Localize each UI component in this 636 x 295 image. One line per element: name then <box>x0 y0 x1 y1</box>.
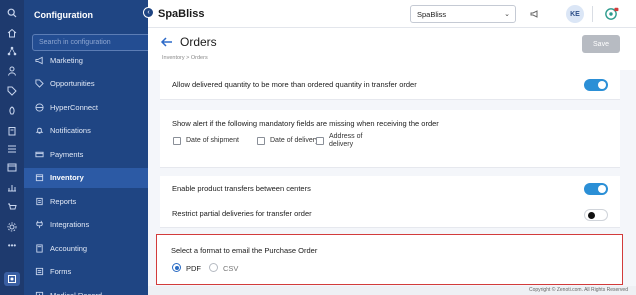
plug-icon <box>34 220 44 230</box>
sidebar-item-label: Opportunities <box>50 79 95 88</box>
allow-delivered-label: Allow delivered quantity to be more than… <box>172 80 417 89</box>
form-icon <box>34 267 44 277</box>
more-icon[interactable]: ••• <box>4 238 20 252</box>
sidebar-item-forms[interactable]: Forms <box>24 262 148 282</box>
search-placeholder: Search in configuration <box>39 39 111 46</box>
sidebar-item-notifications[interactable]: Notifications <box>24 121 148 141</box>
sidebar-item-reports[interactable]: Reports <box>24 191 148 211</box>
sidebar-item-label: Forms <box>50 267 72 276</box>
cart-icon[interactable] <box>4 200 20 214</box>
copyright-text: Copyright © Zenoti.com. All Rights Reser… <box>528 287 628 293</box>
address-of-delivery-checkbox[interactable] <box>316 137 324 145</box>
page-title: Orders <box>180 35 217 49</box>
sidebar-item-medical-record[interactable]: Medical Record <box>24 285 148 295</box>
icon-rail: ••• <box>0 0 24 295</box>
sidebar-title: Configuration <box>34 10 93 20</box>
rocket-icon[interactable] <box>4 104 20 118</box>
date-of-shipment-label: Date of shipment <box>186 137 239 144</box>
home-icon[interactable] <box>4 26 20 40</box>
clipboard-icon[interactable] <box>4 124 20 138</box>
calculator-icon <box>34 243 44 253</box>
setting-group-transfers: Enable product transfers between centers… <box>160 176 620 228</box>
bell-icon <box>34 126 44 136</box>
settings-content: Allow delivered quantity to be more than… <box>148 70 636 286</box>
medical-icon <box>34 290 44 295</box>
page-header: Orders Inventory > Orders Save <box>148 28 636 70</box>
center-select-value: SpaBliss <box>417 10 447 19</box>
enable-transfers-label: Enable product transfers between centers <box>172 184 311 193</box>
calendar-icon[interactable] <box>4 160 20 174</box>
setting-row-alert-missing: Show alert if the following mandatory fi… <box>160 110 620 168</box>
alert-missing-label: Show alert if the following mandatory fi… <box>172 119 439 128</box>
search-input[interactable]: Search in configuration <box>32 34 164 51</box>
box-icon <box>34 173 44 183</box>
sidebar-item-accounting[interactable]: Accounting <box>24 238 148 258</box>
megaphone-icon <box>34 55 44 65</box>
footer: Copyright © Zenoti.com. All Rights Reser… <box>148 286 636 295</box>
setting-row-allow-delivered: Allow delivered quantity to be more than… <box>160 70 620 100</box>
brand-name: SpaBliss <box>158 8 205 20</box>
sidebar-item-label: Accounting <box>50 243 88 253</box>
chart-icon[interactable] <box>4 180 20 194</box>
email-format-section: Select a format to email the Purchase Or… <box>156 234 623 285</box>
gear-icon[interactable] <box>4 220 20 234</box>
sidebar-item-label: Integrations <box>50 220 90 229</box>
pdf-radio-label: PDF <box>186 264 201 273</box>
sidebar-item-label: HyperConnect <box>50 102 98 112</box>
search-icon[interactable] <box>4 6 20 20</box>
restrict-partial-label: Restrict partial deliveries for transfer… <box>172 209 312 218</box>
report-icon <box>34 196 44 206</box>
center-select[interactable]: SpaBliss ⌄ <box>410 5 516 23</box>
restrict-partial-toggle[interactable] <box>584 209 608 221</box>
network-icon[interactable] <box>4 44 20 58</box>
date-of-delivery-label: Date of delivery <box>270 137 319 144</box>
date-of-delivery-checkbox[interactable] <box>257 137 265 145</box>
address-of-delivery-label: Address of delivery <box>329 133 363 148</box>
csv-radio-label: CSV <box>223 264 239 273</box>
top-bar: SpaBliss SpaBliss ⌄ KE <box>148 0 636 28</box>
list-icon[interactable] <box>4 142 20 156</box>
sidebar-item-integrations[interactable]: Integrations <box>24 215 148 235</box>
save-button[interactable]: Save <box>582 35 620 53</box>
sidebar-item-hyperconnect[interactable]: HyperConnect <box>24 97 148 117</box>
sidebar-item-marketing[interactable]: Marketing <box>24 50 148 70</box>
breadcrumb[interactable]: Inventory > Orders <box>162 55 208 61</box>
avatar[interactable]: KE <box>566 5 584 23</box>
enable-transfers-toggle[interactable] <box>584 183 608 195</box>
collapse-sidebar-button[interactable]: ‹ <box>143 7 154 18</box>
sidebar-item-label: Inventory <box>50 173 84 182</box>
email-format-label: Select a format to email the Purchase Or… <box>171 246 318 255</box>
sidebar-item-label: Marketing <box>50 55 83 65</box>
chevron-down-icon: ⌄ <box>504 11 510 18</box>
sidebar-item-opportunities[interactable]: Opportunities <box>24 74 148 94</box>
allow-delivered-toggle[interactable] <box>584 79 608 91</box>
card-icon <box>34 149 44 159</box>
csv-radio[interactable] <box>209 263 218 272</box>
people-icon[interactable] <box>4 64 20 78</box>
sidebar-item-label: Reports <box>50 196 77 206</box>
announcement-icon[interactable] <box>528 7 542 21</box>
tag-icon[interactable] <box>4 84 20 98</box>
divider <box>592 6 593 22</box>
back-arrow-icon[interactable] <box>160 35 174 49</box>
sidebar-item-label: Medical Record <box>50 290 103 295</box>
pdf-radio[interactable] <box>172 263 181 272</box>
globe-icon <box>34 102 44 112</box>
tag-icon <box>34 79 44 89</box>
sidebar-item-inventory[interactable]: Inventory <box>24 167 148 188</box>
sidebar-item-payments[interactable]: Payments <box>24 144 148 164</box>
configuration-sidebar: Configuration Search in configuration Ma… <box>24 0 172 295</box>
support-icon[interactable] <box>600 7 622 21</box>
date-of-shipment-checkbox[interactable] <box>173 137 181 145</box>
sidebar-item-label: Notifications <box>50 126 91 135</box>
configuration-icon[interactable] <box>4 272 20 286</box>
sidebar-item-label: Payments <box>50 149 84 159</box>
